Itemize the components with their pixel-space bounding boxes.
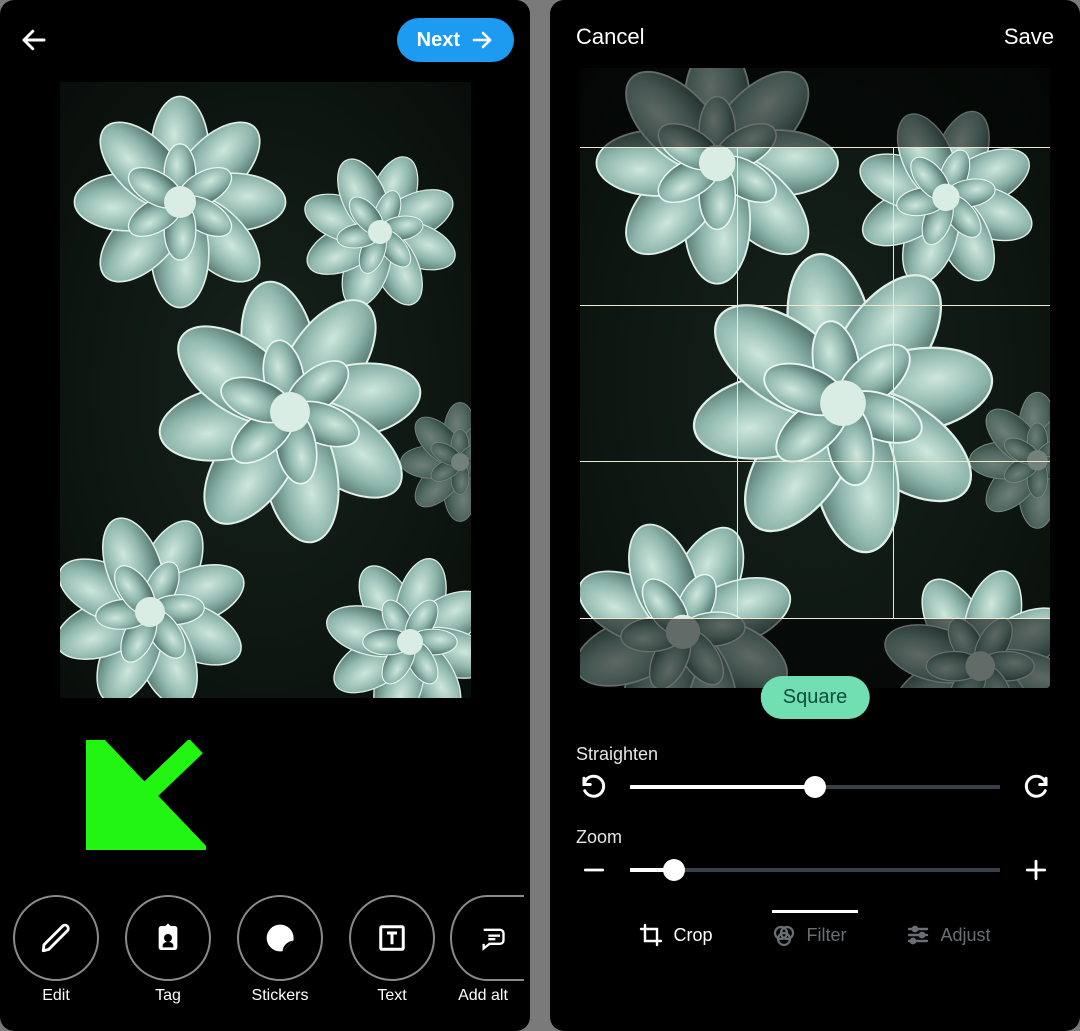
text-icon [349,895,435,981]
tab-crop[interactable]: Crop [639,923,712,947]
straighten-knob[interactable] [804,776,826,798]
tool-row[interactable]: Edit Tag Stickers Text [10,895,530,1005]
rotate-cw-button[interactable] [1018,769,1054,805]
zoom-label: Zoom [576,827,1054,848]
tool-addalt-label: Add alt [458,987,508,1005]
compose-media-screen: Next Edit Tag [0,0,530,1031]
crop-stage[interactable] [580,68,1050,688]
tool-stickers[interactable]: Stickers [234,895,326,1005]
addalt-icon [450,895,524,981]
cancel-button[interactable]: Cancel [576,24,644,50]
editor-tabs: Crop Filter Adjust [576,923,1054,947]
tag-icon [125,895,211,981]
tool-edit-label: Edit [42,987,70,1005]
tool-text[interactable]: Text [346,895,438,1005]
media-preview[interactable] [60,82,471,698]
tool-stickers-label: Stickers [252,987,309,1005]
zoom-out-button[interactable] [576,852,612,888]
edit-icon [13,895,99,981]
zoom-slider[interactable] [630,868,1000,872]
tool-tag-label: Tag [155,987,181,1005]
crop-dim-top [580,68,1050,148]
succulent-image [60,82,471,698]
straighten-slider[interactable] [630,785,1000,789]
crop-editor-screen: Cancel Save Square Straighten [550,0,1080,1031]
tool-edit[interactable]: Edit [10,895,102,1005]
tab-filter-label: Filter [806,925,846,946]
next-label: Next [417,29,460,52]
callout-arrow-icon [86,740,206,850]
crop-shape-chip[interactable]: Square [761,676,870,719]
tool-addalt[interactable]: Add alt [458,895,508,1005]
zoom-in-button[interactable] [1018,852,1054,888]
tab-adjust[interactable]: Adjust [906,923,990,947]
tab-crop-label: Crop [673,925,712,946]
active-tab-indicator [772,910,858,913]
zoom-control [576,852,1054,888]
arrow-left-icon [19,25,49,55]
save-button[interactable]: Save [1004,24,1054,50]
tool-tag[interactable]: Tag [122,895,214,1005]
straighten-label: Straighten [576,744,1054,765]
stickers-icon [237,895,323,981]
next-button[interactable]: Next [397,18,514,62]
straighten-control [576,769,1054,805]
crop-grid[interactable] [580,148,1050,618]
tab-filter[interactable]: Filter [772,923,846,947]
zoom-knob[interactable] [663,859,685,881]
arrow-right-icon [470,28,494,52]
back-button[interactable] [14,20,54,60]
rotate-ccw-button[interactable] [576,769,612,805]
tab-adjust-label: Adjust [940,925,990,946]
tool-text-label: Text [377,987,406,1005]
